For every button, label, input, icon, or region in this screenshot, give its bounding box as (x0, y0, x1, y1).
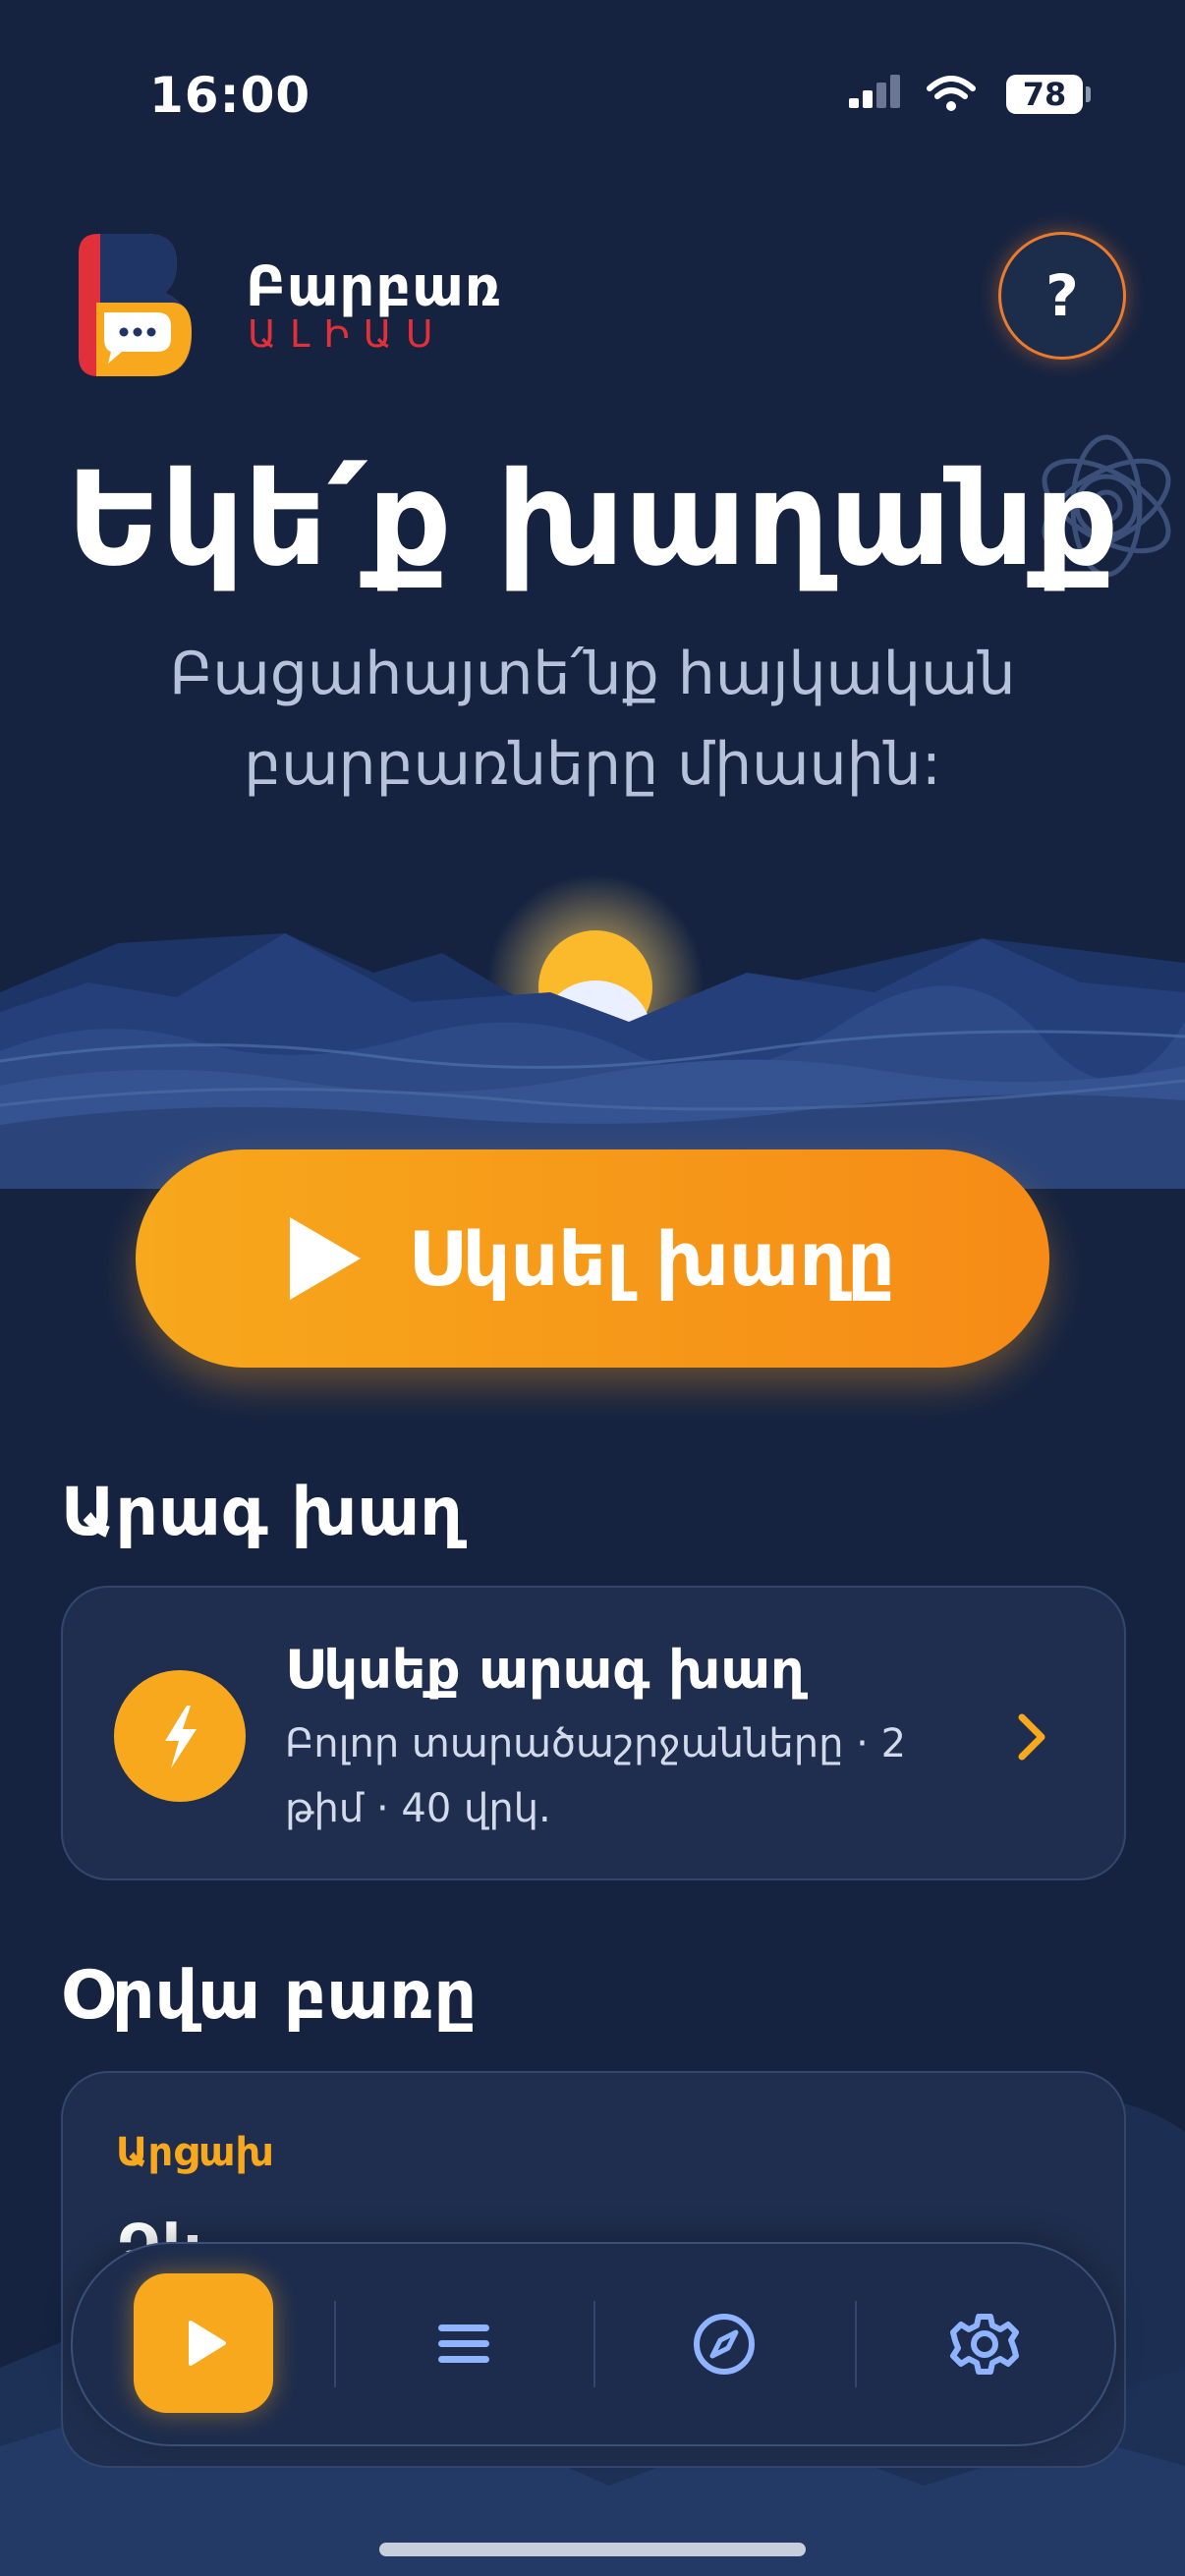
tab-settings[interactable] (857, 2244, 1112, 2444)
status-icons: 78 (847, 71, 1091, 120)
hero-title: Եկե՛ք խաղանք (66, 444, 1119, 595)
tab-explore[interactable] (595, 2244, 853, 2444)
chevron-right-icon (1018, 1713, 1045, 1761)
play-icon (290, 1217, 362, 1300)
menu-icon (438, 2324, 489, 2363)
help-button[interactable]: ? (998, 232, 1126, 360)
word-of-day-section-title: Օրվա բառը (61, 1957, 478, 2035)
start-game-label: Սկսել խաղը (408, 1214, 895, 1303)
bolt-icon (114, 1670, 246, 1802)
signal-icon (849, 75, 900, 108)
tab-play[interactable] (134, 2273, 273, 2413)
home-indicator (379, 2543, 806, 2556)
wifi-icon (927, 76, 976, 111)
quick-game-title: Սկսեք արագ խաղ (285, 1639, 805, 1701)
brand-name: Բարբառ (246, 255, 503, 319)
bottom-tab-bar (71, 2242, 1116, 2446)
mountain-sunrise-illustration (0, 874, 1185, 1189)
quick-game-section-title: Արագ խաղ (61, 1474, 463, 1551)
word-of-day-region: Արցախ (116, 2130, 274, 2175)
status-time: 16:00 (149, 67, 311, 124)
start-game-button[interactable]: Սկսել խաղը (136, 1149, 1049, 1368)
app-logo-icon (79, 234, 192, 376)
compass-icon (694, 2314, 755, 2375)
brand-subtitle: ԱԼԻԱՍ (248, 312, 447, 356)
play-icon (189, 2321, 226, 2366)
tab-menu[interactable] (336, 2244, 592, 2444)
battery-indicator: 78 (1006, 75, 1091, 114)
gear-icon (950, 2314, 1019, 2375)
hero-subtitle: Բացահայտե՛նք հայկական բարբառները միասին: (169, 640, 1016, 799)
quick-game-description: Բոլոր տարածաշրջանները · 2 թիմ · 40 վրկ. (285, 1721, 907, 1831)
